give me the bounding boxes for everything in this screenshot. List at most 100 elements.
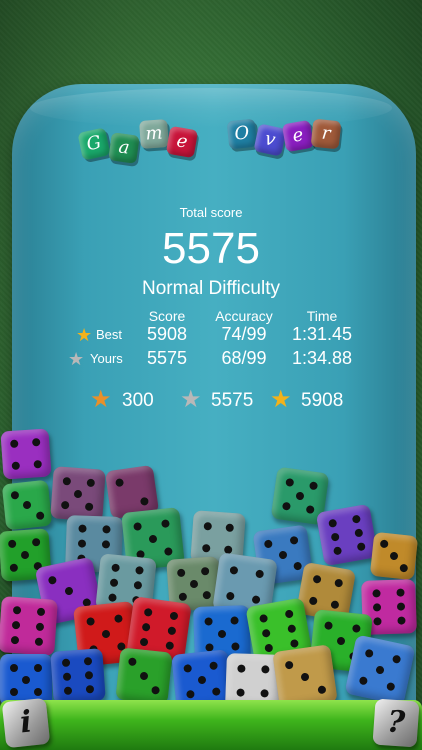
pile-die	[315, 503, 379, 567]
title-letter-die: r	[310, 118, 342, 150]
best-label: Best	[96, 327, 123, 342]
die-pip	[109, 578, 119, 588]
die-pip	[47, 575, 57, 585]
die-pip	[101, 629, 111, 639]
die-pip	[328, 518, 338, 528]
info-die-button[interactable]: i	[1, 697, 51, 749]
best-row: ★ Best 5908 74/99 1:31.45	[0, 324, 422, 346]
die-pip	[229, 566, 239, 576]
die-pip	[286, 624, 297, 634]
die-pip	[356, 542, 366, 552]
header-accuracy: Accuracy	[215, 308, 273, 324]
die-pip	[197, 675, 207, 685]
die-pip	[12, 606, 21, 615]
die-pip	[386, 682, 396, 692]
die-pip	[34, 637, 44, 646]
die-pip	[185, 690, 195, 700]
title-letter-die: G	[77, 127, 111, 161]
die-pip	[261, 628, 272, 638]
die-pip	[295, 491, 305, 501]
die-pip	[351, 624, 361, 634]
die-pip	[389, 551, 399, 561]
die-pip	[85, 670, 94, 680]
die-pip	[85, 616, 95, 626]
die-pip	[209, 660, 219, 670]
die-pip	[259, 613, 269, 623]
die-pip	[7, 539, 17, 549]
die-pip	[351, 514, 361, 524]
pile-die	[50, 648, 106, 704]
die-pip	[102, 525, 111, 535]
die-pip	[78, 524, 87, 534]
die-pip	[330, 600, 340, 610]
die-pip	[397, 616, 406, 625]
die-pip	[372, 603, 382, 612]
pile-die	[1, 479, 53, 531]
gold-threshold: 5908	[301, 390, 344, 411]
die-pip	[226, 591, 236, 601]
pile-die	[0, 428, 52, 480]
die-pip	[203, 591, 212, 600]
die-pip	[84, 657, 93, 666]
die-pip	[330, 532, 340, 542]
die-pip	[61, 659, 70, 668]
die-pip	[102, 540, 111, 549]
die-pip	[333, 546, 343, 556]
medal-thresholds: ★ 300 ★ 5575 ★ 5908	[0, 388, 422, 414]
die-pip	[160, 519, 170, 529]
die-pip	[63, 686, 72, 695]
die-pip	[396, 588, 405, 597]
die-pip	[399, 563, 409, 573]
die-pip	[11, 620, 20, 630]
die-pip	[284, 477, 294, 487]
yours-accuracy: 68/99	[221, 348, 267, 368]
die-pip	[20, 550, 30, 560]
die-pip	[60, 501, 69, 510]
die-pip	[148, 534, 158, 544]
dice-tray	[0, 700, 422, 750]
silver-star-icon: ★	[180, 386, 202, 413]
die-pip	[9, 663, 18, 672]
silver-star-icon: ★	[68, 349, 85, 369]
die-pip	[231, 642, 241, 652]
die-pip	[115, 478, 125, 488]
die-pip	[73, 489, 83, 499]
die-pip	[281, 502, 291, 512]
die-pip	[11, 460, 21, 470]
die-pip	[31, 438, 41, 447]
game-over-title: G a m e O v e r	[0, 118, 422, 164]
yours-label: Yours	[90, 351, 123, 366]
die-pip	[334, 578, 344, 588]
die-pip	[62, 672, 71, 682]
silver-threshold: 5575	[211, 390, 254, 411]
die-pip	[151, 685, 160, 695]
die-pip	[9, 563, 19, 573]
die-pip	[139, 637, 149, 647]
die-pip	[167, 626, 177, 636]
help-die-button[interactable]: ?	[372, 698, 420, 748]
die-pip	[316, 684, 326, 694]
die-pip	[163, 546, 173, 556]
title-letter-die: e	[165, 125, 199, 159]
die-pip	[141, 622, 151, 632]
difficulty-label: Normal Difficulty	[142, 278, 280, 299]
die-pip	[9, 490, 19, 500]
die-pip	[178, 593, 187, 602]
die-pip	[77, 539, 86, 548]
die-pip	[9, 688, 18, 697]
die-pip	[217, 629, 227, 639]
die-pip	[22, 500, 32, 510]
die-pip	[379, 539, 389, 549]
die-pip	[284, 660, 294, 670]
die-pip	[284, 609, 294, 619]
pile-die	[0, 596, 58, 656]
die-pip	[165, 641, 175, 651]
die-pip	[35, 510, 45, 520]
die-pip	[308, 596, 318, 606]
die-pip	[263, 539, 273, 549]
die-pip	[22, 676, 30, 684]
die-pip	[312, 574, 322, 584]
die-pip	[364, 648, 374, 658]
die-pip	[324, 621, 334, 631]
die-pip	[230, 615, 240, 625]
